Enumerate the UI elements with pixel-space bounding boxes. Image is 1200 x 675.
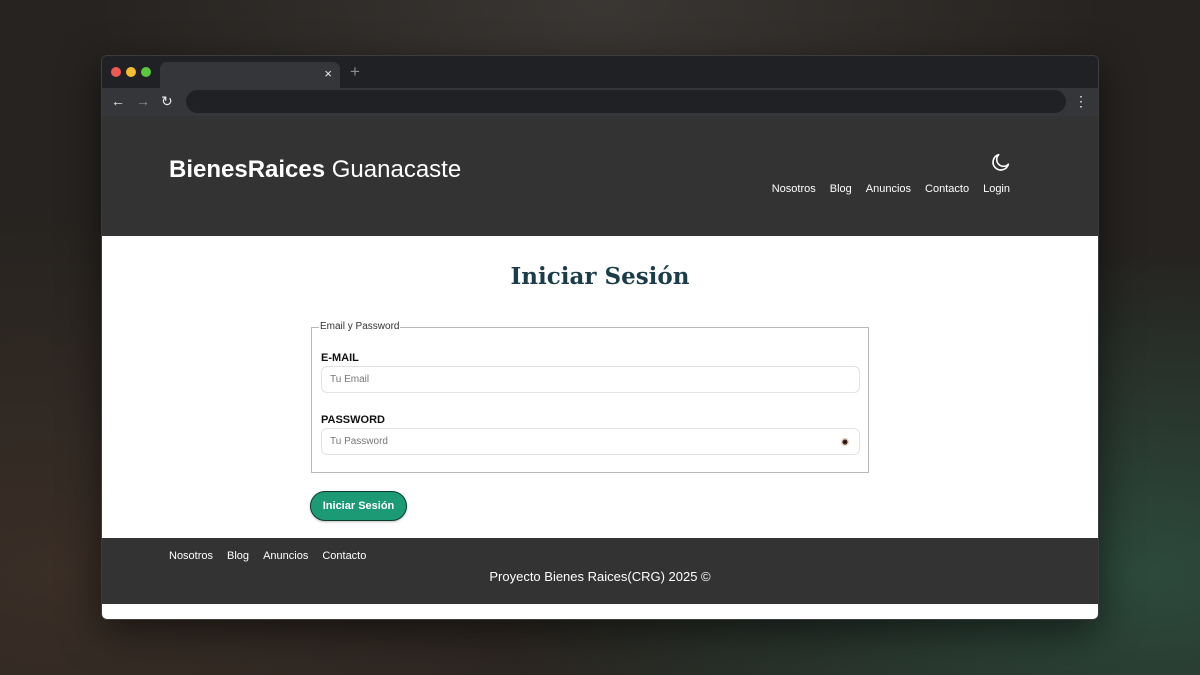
email-label: E-MAIL xyxy=(321,352,359,364)
moon-icon[interactable] xyxy=(990,151,1012,173)
fieldset-legend: Email y Password xyxy=(320,321,400,332)
page-title: Iniciar Sesión xyxy=(510,263,690,290)
browser-tab[interactable]: × xyxy=(160,62,340,88)
logo-light-text: Guanacaste xyxy=(325,156,462,183)
page-viewport: BienesRaices Guanacaste Nosotros Blog An… xyxy=(102,116,1098,619)
minimize-window-button[interactable] xyxy=(126,67,136,77)
password-label: PASSWORD xyxy=(321,414,385,426)
close-window-button[interactable] xyxy=(111,67,121,77)
tab-bar: × + xyxy=(102,56,1098,88)
footer-link-blog[interactable]: Blog xyxy=(227,549,249,563)
copyright-text: Proyecto Bienes Raices(CRG) 2025 © xyxy=(489,569,711,584)
site-header: BienesRaices Guanacaste Nosotros Blog An… xyxy=(102,116,1098,236)
footer-nav: Nosotros Blog Anuncios Contacto xyxy=(169,549,366,563)
maximize-window-button[interactable] xyxy=(141,67,151,77)
back-arrow-icon[interactable]: ← xyxy=(111,92,125,110)
new-tab-icon[interactable]: + xyxy=(350,63,360,81)
forward-arrow-icon[interactable]: → xyxy=(136,92,150,110)
eye-icon[interactable] xyxy=(840,437,850,447)
nav-link-contacto[interactable]: Contacto xyxy=(925,182,969,196)
tab-close-icon[interactable]: × xyxy=(324,66,332,82)
footer-link-anuncios[interactable]: Anuncios xyxy=(263,549,308,563)
nav-link-login[interactable]: Login xyxy=(983,182,1010,196)
browser-window: × + ← → ↻ ⋮ BienesRaices Guanacaste Noso… xyxy=(101,55,1099,620)
reload-icon[interactable]: ↻ xyxy=(161,92,173,110)
logo-bold-text: BienesRaices xyxy=(169,156,326,183)
login-submit-button[interactable]: Iniciar Sesión xyxy=(310,491,407,521)
footer-link-nosotros[interactable]: Nosotros xyxy=(169,549,213,563)
site-logo[interactable]: BienesRaices Guanacaste xyxy=(169,156,461,184)
browser-toolbar: ← → ↻ ⋮ xyxy=(102,88,1098,116)
password-field-wrapper xyxy=(321,428,860,455)
password-input[interactable] xyxy=(322,429,859,454)
address-bar[interactable] xyxy=(186,90,1066,113)
header-nav: Nosotros Blog Anuncios Contacto Login xyxy=(772,182,1010,196)
email-field-wrapper xyxy=(321,366,860,393)
footer-link-contacto[interactable]: Contacto xyxy=(322,549,366,563)
site-footer: Nosotros Blog Anuncios Contacto Proyecto… xyxy=(102,538,1098,604)
email-input[interactable] xyxy=(322,367,859,392)
nav-link-blog[interactable]: Blog xyxy=(830,182,852,196)
nav-link-nosotros[interactable]: Nosotros xyxy=(772,182,816,196)
browser-menu-icon[interactable]: ⋮ xyxy=(1074,92,1088,110)
login-fieldset: Email y Password E-MAIL PASSWORD xyxy=(311,321,869,473)
nav-link-anuncios[interactable]: Anuncios xyxy=(866,182,911,196)
